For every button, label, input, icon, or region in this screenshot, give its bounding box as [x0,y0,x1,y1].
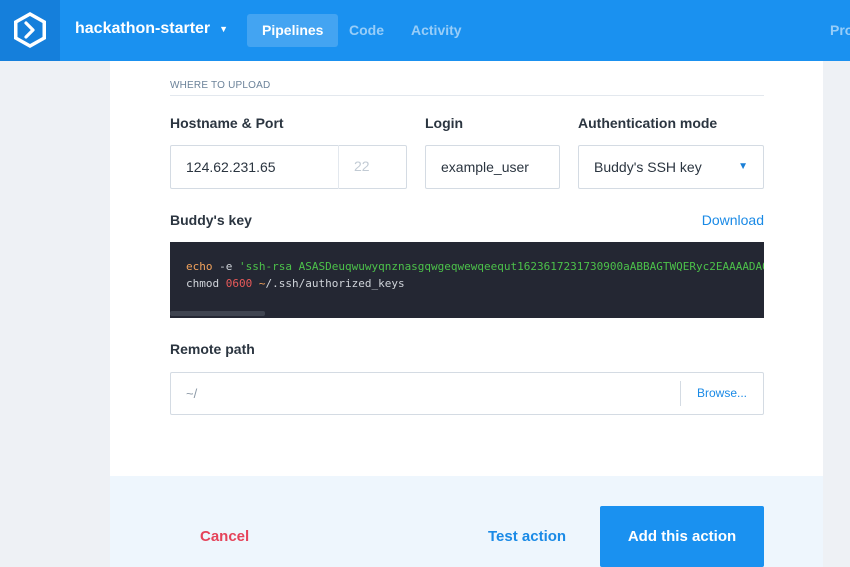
login-label: Login [425,115,464,131]
buddy-logo[interactable] [0,0,60,61]
hostname-value: 124.62.231.65 [186,159,276,175]
code-chmod: chmod [186,277,226,290]
code-echo: echo [186,260,213,273]
auth-mode-label: Authentication mode [578,115,718,131]
project-selector[interactable]: hackathon-starter ▼ [75,20,228,38]
cancel-button[interactable]: Cancel [200,528,249,545]
chevron-down-icon: ▼ [219,24,229,34]
top-navigation-bar: hackathon-starter ▼ Pipelines Code Activ… [0,0,850,61]
auth-mode-value: Buddy's SSH key [594,159,702,175]
code-ssh-key: 'ssh-rsa ASASDeuqwuwyqnznasgqwgeqwewqeeq… [239,260,764,273]
code-home: ~ [252,277,266,290]
hostname-input[interactable]: 124.62.231.65 22 [170,145,407,189]
section-title: WHERE TO UPLOAD [170,80,271,91]
remote-path-label: Remote path [170,341,255,357]
add-action-button[interactable]: Add this action [600,506,764,567]
remote-path-input[interactable]: ~/ Browse... [170,372,764,415]
tab-code[interactable]: Code [334,14,399,47]
tab-pro[interactable]: Pro [815,14,850,47]
action-footer: Cancel Test action Add this action [110,476,823,567]
remote-path-value: ~/ [186,386,198,401]
buddys-key-label: Buddy's key [170,212,252,228]
dropdown-arrow-icon: ▼ [738,161,748,172]
buddy-logo-icon [14,12,46,48]
ssh-key-code-block[interactable]: echo -e 'ssh-rsa ASASDeuqwuwyqnznasgqwge… [170,242,764,318]
download-link[interactable]: Download [702,212,764,228]
code-path: /.ssh/authorized_keys [265,277,405,290]
hostname-label: Hostname & Port [170,115,284,131]
code-scrollbar[interactable] [170,311,265,316]
project-name: hackathon-starter [75,20,211,37]
browse-button[interactable]: Browse... [680,381,763,406]
login-input[interactable]: example_user [425,145,560,189]
login-value: example_user [441,159,529,175]
test-action-button[interactable]: Test action [488,528,566,545]
section-divider [170,95,764,96]
tab-activity[interactable]: Activity [396,14,477,47]
code-mode: 0600 [225,277,253,290]
code-flag: -e [212,260,239,273]
auth-mode-select[interactable]: Buddy's SSH key ▼ [578,145,764,189]
port-input[interactable]: 22 [338,145,407,189]
tab-pipelines[interactable]: Pipelines [247,14,339,47]
